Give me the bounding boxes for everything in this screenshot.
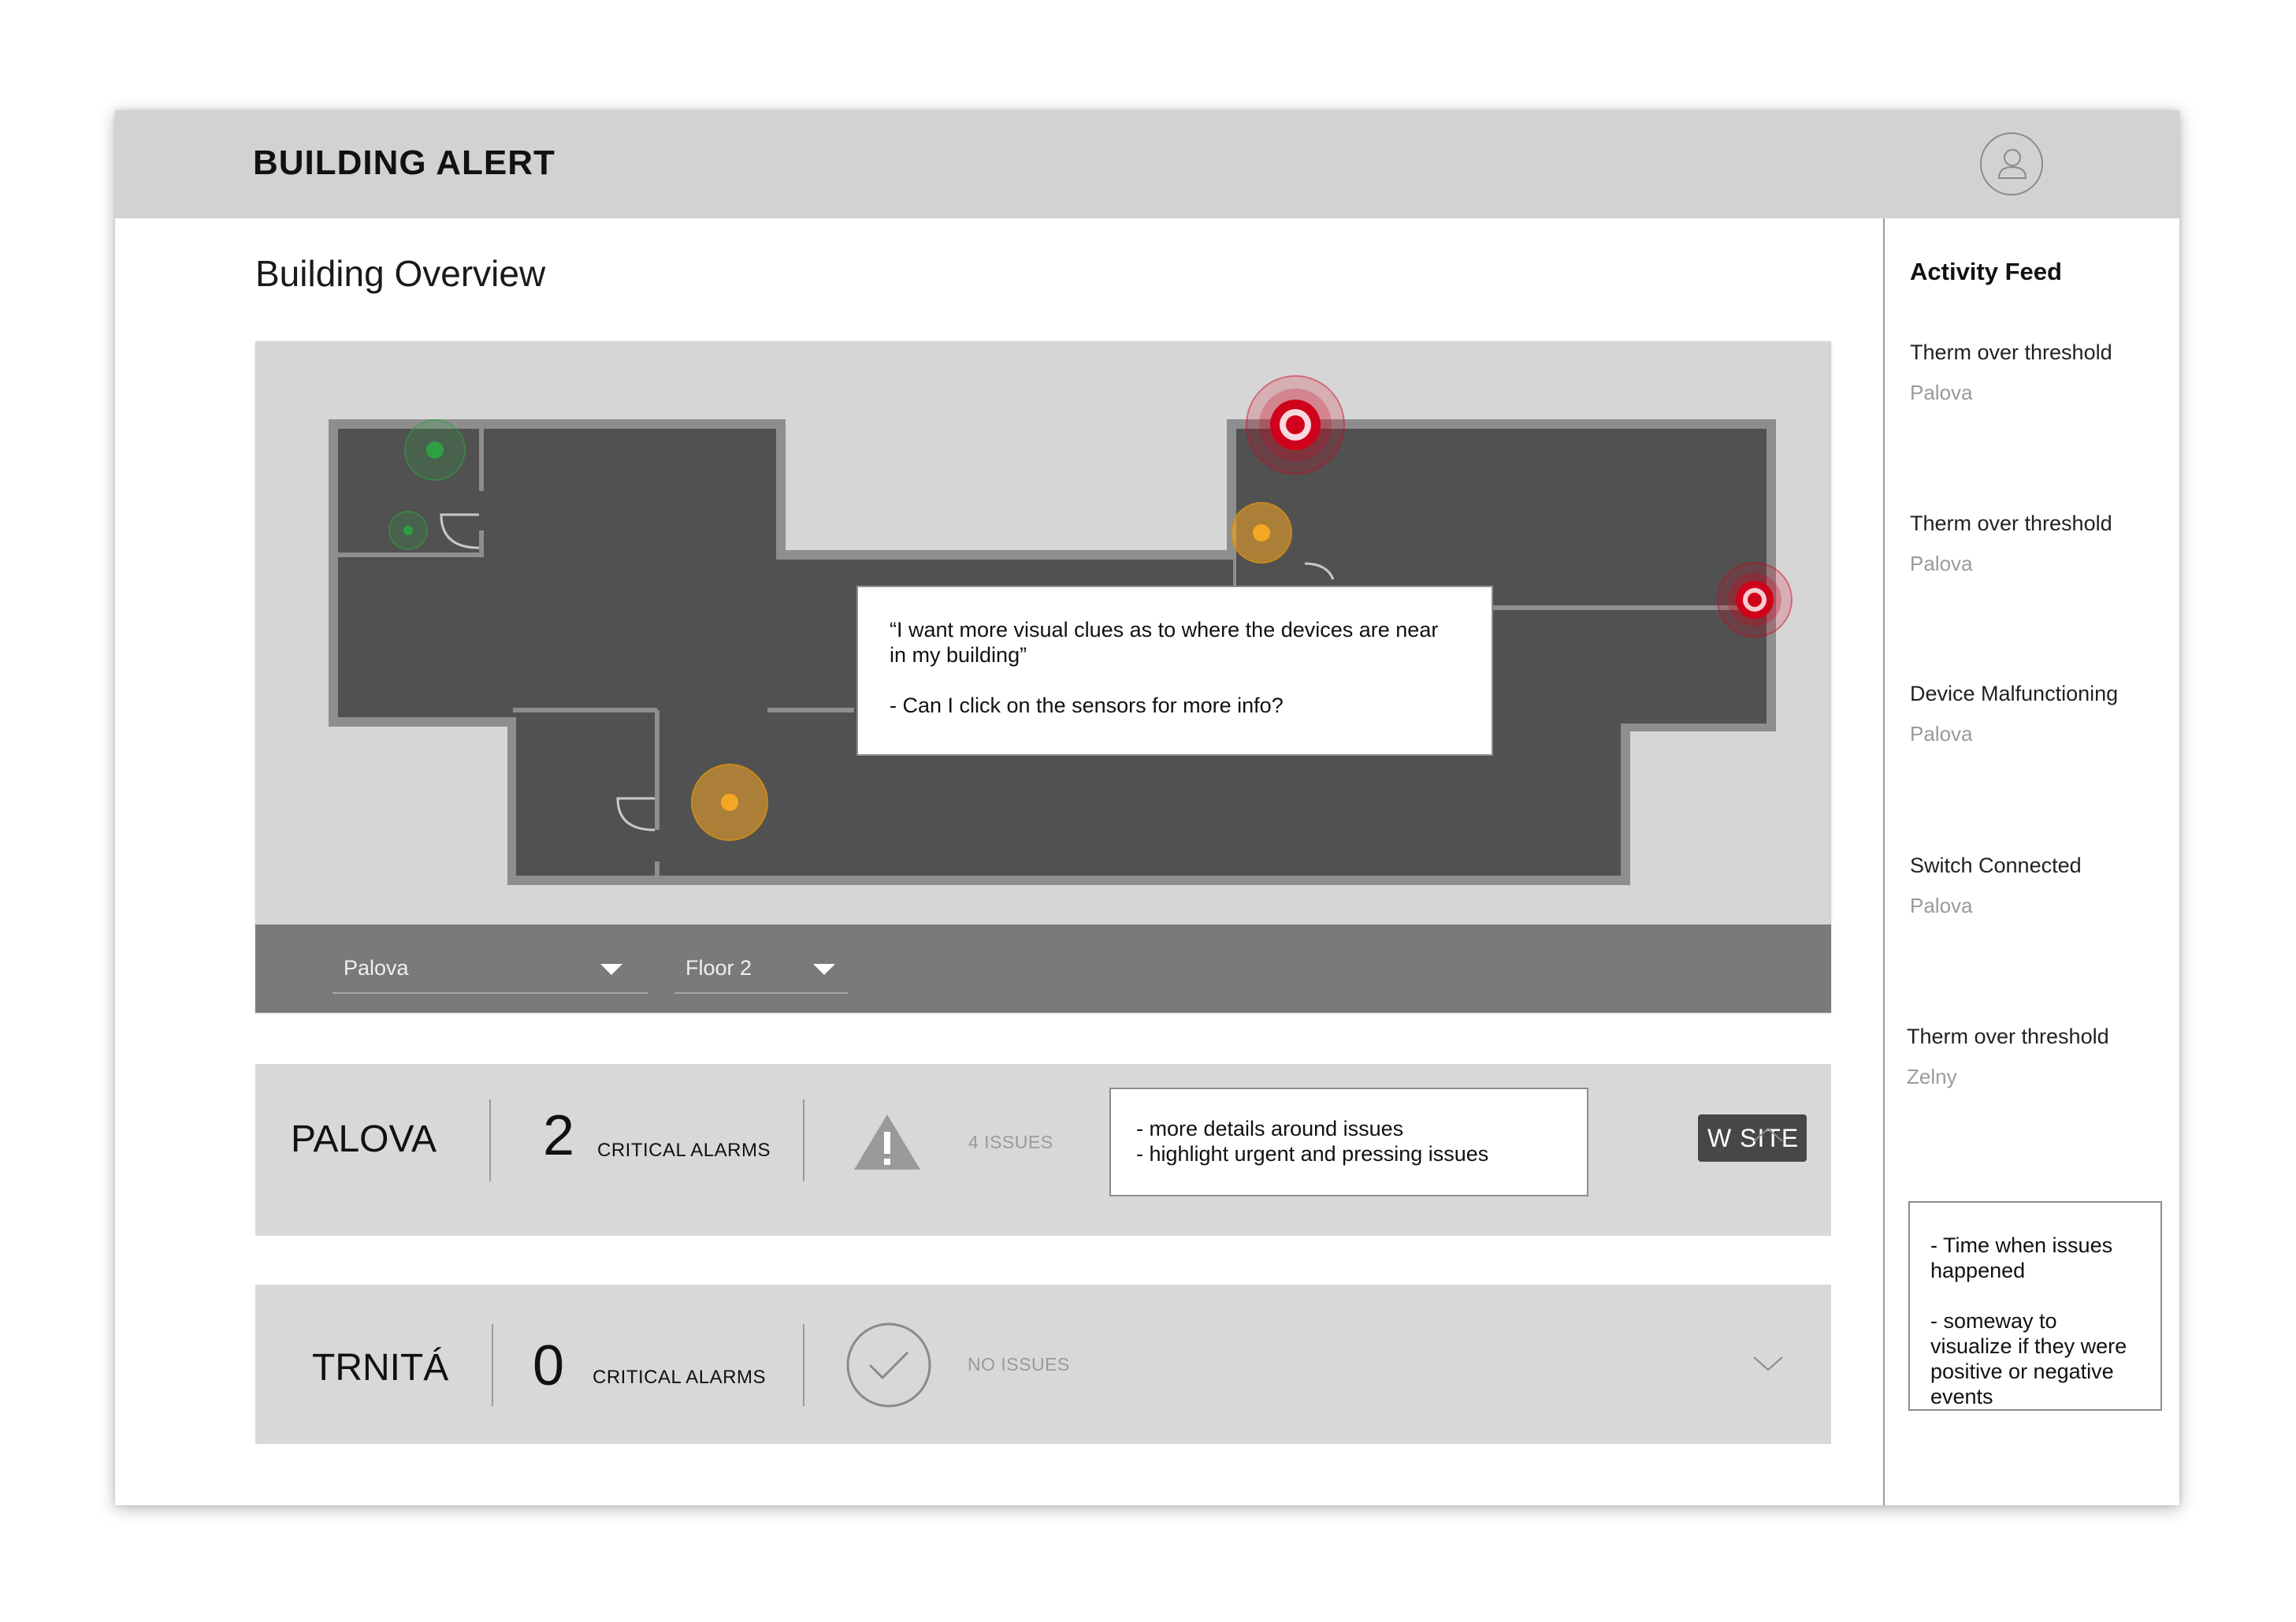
feed-item-site: Zelny [1907,1065,1957,1088]
floor-select-value: Floor 2 [685,956,752,980]
site-select[interactable]: Palova [333,945,648,994]
feed-item[interactable]: Therm over threshold Palova [1910,340,2162,405]
map-controls-bar: Palova Floor 2 [255,924,1831,1013]
annotation-note-map: “I want more visual clues as to where th… [856,586,1493,756]
floor-plan-panel: Palova Floor 2 “I want more visual clues… [255,341,1831,1013]
feed-item-event: Therm over threshold [1910,340,2112,364]
activity-feed-title: Activity Feed [1910,258,2062,285]
site-name: PALOVA [291,1118,437,1160]
warning-triangle-icon [854,1114,920,1170]
feed-item-site: Palova [1910,552,1973,575]
annotation-note-issues: - more details around issues - highlight… [1109,1088,1588,1196]
caret-down-icon [813,964,835,975]
feed-item-site: Palova [1910,722,1973,746]
divider [803,1099,804,1181]
critical-alarm-label: CRITICAL ALARMS [597,1140,771,1161]
activity-feed-sidebar: Activity Feed Therm over threshold Palov… [1883,218,2179,1505]
app-window: BUILDING ALERT Building Overview Palova … [115,110,2179,1505]
check-circle-icon [846,1323,931,1408]
sensor-warning-1 [1231,502,1292,564]
top-bar: BUILDING ALERT [115,110,2179,218]
divider [492,1324,493,1406]
feed-item[interactable]: Therm over threshold Zelny [1907,1025,2159,1089]
feed-item[interactable]: Device Malfunctioning Palova [1910,682,2162,746]
site-select-value: Palova [344,956,409,980]
critical-alarm-count: 0 [533,1334,565,1397]
feed-item-site: Palova [1910,381,1973,404]
issues-label: 4 ISSUES [968,1132,1053,1152]
user-profile-icon[interactable] [1980,132,2043,195]
floor-select[interactable]: Floor 2 [674,945,848,994]
feed-item-event: Therm over threshold [1907,1025,2109,1048]
feed-item-event: Switch Connected [1910,854,2082,877]
sensor-ok-1 [404,419,466,481]
chevron-up-icon[interactable] [1752,1119,1784,1151]
feed-item-site: Palova [1910,894,1973,917]
annotation-note-feed: - Time when issues happened - someway to… [1908,1201,2162,1411]
sensor-critical-1 [1246,375,1345,474]
feed-item[interactable]: Switch Connected Palova [1910,854,2162,918]
feed-item-event: Device Malfunctioning [1910,682,2119,705]
critical-alarm-count: 2 [543,1104,575,1167]
divider [489,1099,491,1181]
site-card-trnita[interactable]: TRNITÁ 0 CRITICAL ALARMS NO ISSUES [255,1285,1831,1444]
annotation-note-map-text: “I want more visual clues as to where th… [890,618,1439,717]
issues-label: NO ISSUES [968,1354,1070,1375]
annotation-note-feed-text: - Time when issues happened - someway to… [1930,1233,2127,1408]
critical-alarm-label: CRITICAL ALARMS [593,1367,766,1388]
sensor-critical-2 [1717,562,1793,638]
chevron-down-icon[interactable] [1752,1348,1784,1379]
caret-down-icon [600,964,622,975]
sensor-warning-2 [691,764,768,841]
divider [803,1324,804,1406]
sensor-ok-2 [388,511,428,550]
feed-item-event: Therm over threshold [1910,512,2112,535]
feed-item[interactable]: Therm over threshold Palova [1910,512,2162,576]
annotation-note-issues-text: - more details around issues - highlight… [1136,1117,1489,1166]
site-name: TRNITÁ [312,1347,449,1389]
page-title: Building Overview [255,253,546,294]
site-card-palova[interactable]: PALOVA 2 CRITICAL ALARMS 4 ISSUES W SITE… [255,1064,1831,1236]
app-title: BUILDING ALERT [253,143,555,182]
